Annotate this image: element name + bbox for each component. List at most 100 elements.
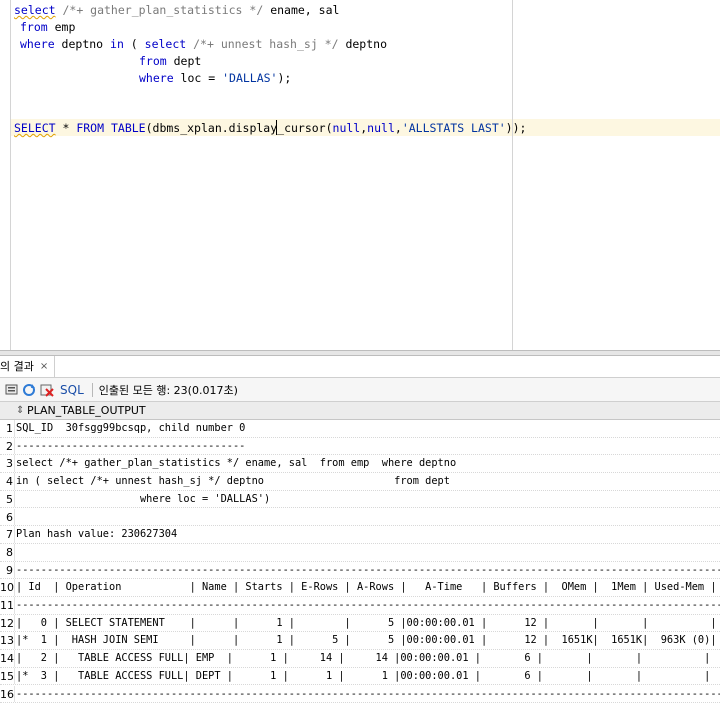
code-text: deptno — [338, 37, 387, 51]
code-text: dept — [166, 54, 202, 68]
tab-query-result[interactable]: 의 결과 × — [0, 356, 56, 377]
results-tab-bar: 의 결과 × — [0, 356, 720, 378]
column-header-label: PLAN_TABLE_OUTPUT — [27, 404, 146, 417]
keyword: null — [367, 121, 395, 135]
function-call: (dbms_xplan.display_cursor( — [145, 121, 333, 135]
plan-output-cell[interactable]: ------------------------------------- — [16, 438, 245, 455]
fetch-status: 인출된 모든 행: 23(0.017초) — [98, 383, 238, 397]
row-divider — [14, 650, 15, 667]
text-caret — [276, 120, 277, 135]
table-row[interactable]: 5 where loc = 'DALLAS') — [0, 490, 720, 509]
row-divider — [14, 455, 15, 473]
table-row[interactable]: 8 — [0, 543, 720, 562]
close-icon[interactable]: × — [40, 356, 48, 377]
row-number: 10 — [0, 579, 14, 596]
keyword: select — [144, 37, 187, 51]
row-divider — [14, 526, 15, 543]
toolbar-divider — [91, 382, 93, 397]
row-divider — [14, 614, 15, 632]
plan-output-cell[interactable]: ----------------------------------------… — [16, 597, 720, 614]
plan-output-cell[interactable]: select /*+ gather_plan_statistics */ ena… — [16, 455, 456, 472]
sql-editor[interactable]: select /*+ gather_plan_statistics */ ena… — [0, 0, 720, 350]
table-row[interactable]: 2 ------------------------------------- — [0, 437, 720, 456]
string-literal: 'DALLAS' — [222, 71, 278, 85]
row-number: 13 — [0, 632, 14, 650]
code-line-5[interactable]: where loc = 'DALLAS'); — [139, 70, 291, 87]
table-row[interactable]: 3 select /*+ gather_plan_statistics */ en… — [0, 455, 720, 474]
row-divider — [14, 473, 15, 490]
keyword: FROM — [76, 121, 105, 135]
right-margin-guide — [512, 0, 513, 350]
row-number: 1 — [0, 420, 13, 437]
plan-output-cell[interactable]: | Id | Operation | Name | Starts | E-Row… — [16, 579, 717, 596]
code-text: deptno — [54, 37, 111, 51]
plan-output-cell[interactable]: |* 3 | TABLE ACCESS FULL| DEPT | 1 | 1 |… — [16, 668, 710, 685]
results-grid[interactable]: 1 SQL_ID 30fsgg99bcsqp, child number 0 2 --… — [0, 420, 720, 704]
keyword: null — [332, 121, 361, 135]
row-number: 2 — [0, 437, 13, 455]
table-row[interactable]: 15 |* 3 | TABLE ACCESS FULL| DEPT | 1 | 1… — [0, 667, 720, 686]
table-row[interactable]: 4 in ( select /*+ unnest hash_sj */ deptn… — [0, 473, 720, 491]
table-row[interactable]: 9 ---------------------------------------… — [0, 561, 720, 580]
hint-comment: /*+ unnest hash_sj */ — [186, 37, 339, 51]
sort-icon[interactable]: ⇕ — [16, 402, 24, 419]
gutter-divider — [10, 0, 11, 350]
row-divider — [14, 579, 15, 596]
code-text: )); — [505, 121, 527, 135]
code-line-2[interactable]: from emp — [20, 19, 75, 36]
table-row[interactable]: 13 |* 1 | HASH JOIN SEMI | | 1 | 5 | 5 |0… — [0, 632, 720, 651]
plan-output-cell[interactable]: Plan hash value: 230627304 — [16, 526, 177, 543]
table-row[interactable]: 14 | 2 | TABLE ACCESS FULL| EMP | 1 | 14 … — [0, 650, 720, 668]
row-divider — [14, 685, 15, 703]
sql-button[interactable]: SQL — [60, 383, 84, 397]
code-text: * — [55, 121, 77, 135]
keyword: from — [139, 54, 167, 68]
plan-output-cell[interactable]: |* 1 | HASH JOIN SEMI | | 1 | 5 | 5 |00:… — [16, 632, 717, 649]
pin-icon[interactable] — [4, 383, 18, 397]
plan-output-cell[interactable]: where loc = 'DALLAS') — [16, 491, 270, 508]
plan-output-cell[interactable]: SQL_ID 30fsgg99bcsqp, child number 0 — [16, 420, 245, 437]
keyword: from — [20, 20, 48, 34]
plan-output-cell[interactable]: | 2 | TABLE ACCESS FULL| EMP | 1 | 14 | … — [16, 650, 710, 667]
row-divider — [14, 597, 15, 614]
plan-output-cell[interactable]: | 0 | SELECT STATEMENT | | 1 | | 5 |00:0… — [16, 615, 717, 632]
code-text: , — [394, 121, 402, 135]
code-text: ename, sal — [263, 3, 340, 17]
row-number: 16 — [0, 685, 14, 703]
keyword: SELECT — [14, 121, 56, 135]
refresh-icon[interactable] — [22, 383, 36, 397]
row-divider — [14, 632, 15, 650]
table-row[interactable]: 11 --------------------------------------… — [0, 597, 720, 615]
table-row[interactable]: 6 — [0, 508, 720, 527]
code-line-1[interactable]: select /*+ gather_plan_statistics */ ena… — [14, 2, 339, 19]
table-row[interactable]: 12 | 0 | SELECT STATEMENT | | 1 | | 5 |00… — [0, 614, 720, 633]
code-text: ); — [277, 71, 292, 85]
table-row[interactable]: 10 | Id | Operation | Name | Starts | E-R… — [0, 579, 720, 597]
code-text: emp — [47, 20, 76, 34]
grid-column-header[interactable]: ⇕ PLAN_TABLE_OUTPUT — [0, 402, 720, 420]
row-number: 12 — [0, 614, 14, 632]
row-divider — [14, 561, 15, 579]
row-number: 4 — [0, 473, 13, 490]
hint-comment: /*+ gather_plan_statistics */ — [55, 3, 264, 17]
code-text: loc = — [173, 71, 223, 85]
table-row[interactable]: 1 SQL_ID 30fsgg99bcsqp, child number 0 — [0, 420, 720, 438]
row-number: 3 — [0, 455, 13, 473]
code-line-3[interactable]: where deptno in ( select /*+ unnest hash… — [20, 36, 387, 53]
row-divider — [14, 543, 15, 561]
string-literal: 'ALLSTATS LAST' — [401, 121, 506, 135]
cancel-icon[interactable] — [40, 383, 54, 397]
plan-output-cell[interactable]: ----------------------------------------… — [16, 686, 720, 703]
table-row[interactable]: 16 --------------------------------------… — [0, 685, 720, 704]
row-divider — [14, 667, 15, 685]
row-divider — [14, 420, 15, 437]
keyword: in — [110, 37, 124, 51]
plan-output-cell[interactable]: ----------------------------------------… — [16, 562, 720, 579]
code-line-4[interactable]: from dept — [139, 53, 201, 70]
table-row[interactable]: 7 Plan hash value: 230627304 — [0, 526, 720, 544]
code-line-6[interactable]: SELECT * FROM TABLE(dbms_xplan.display_c… — [14, 120, 526, 137]
plan-output-cell[interactable]: in ( select /*+ unnest hash_sj */ deptno… — [16, 473, 450, 490]
row-divider — [14, 490, 15, 508]
row-number: 5 — [0, 490, 13, 508]
